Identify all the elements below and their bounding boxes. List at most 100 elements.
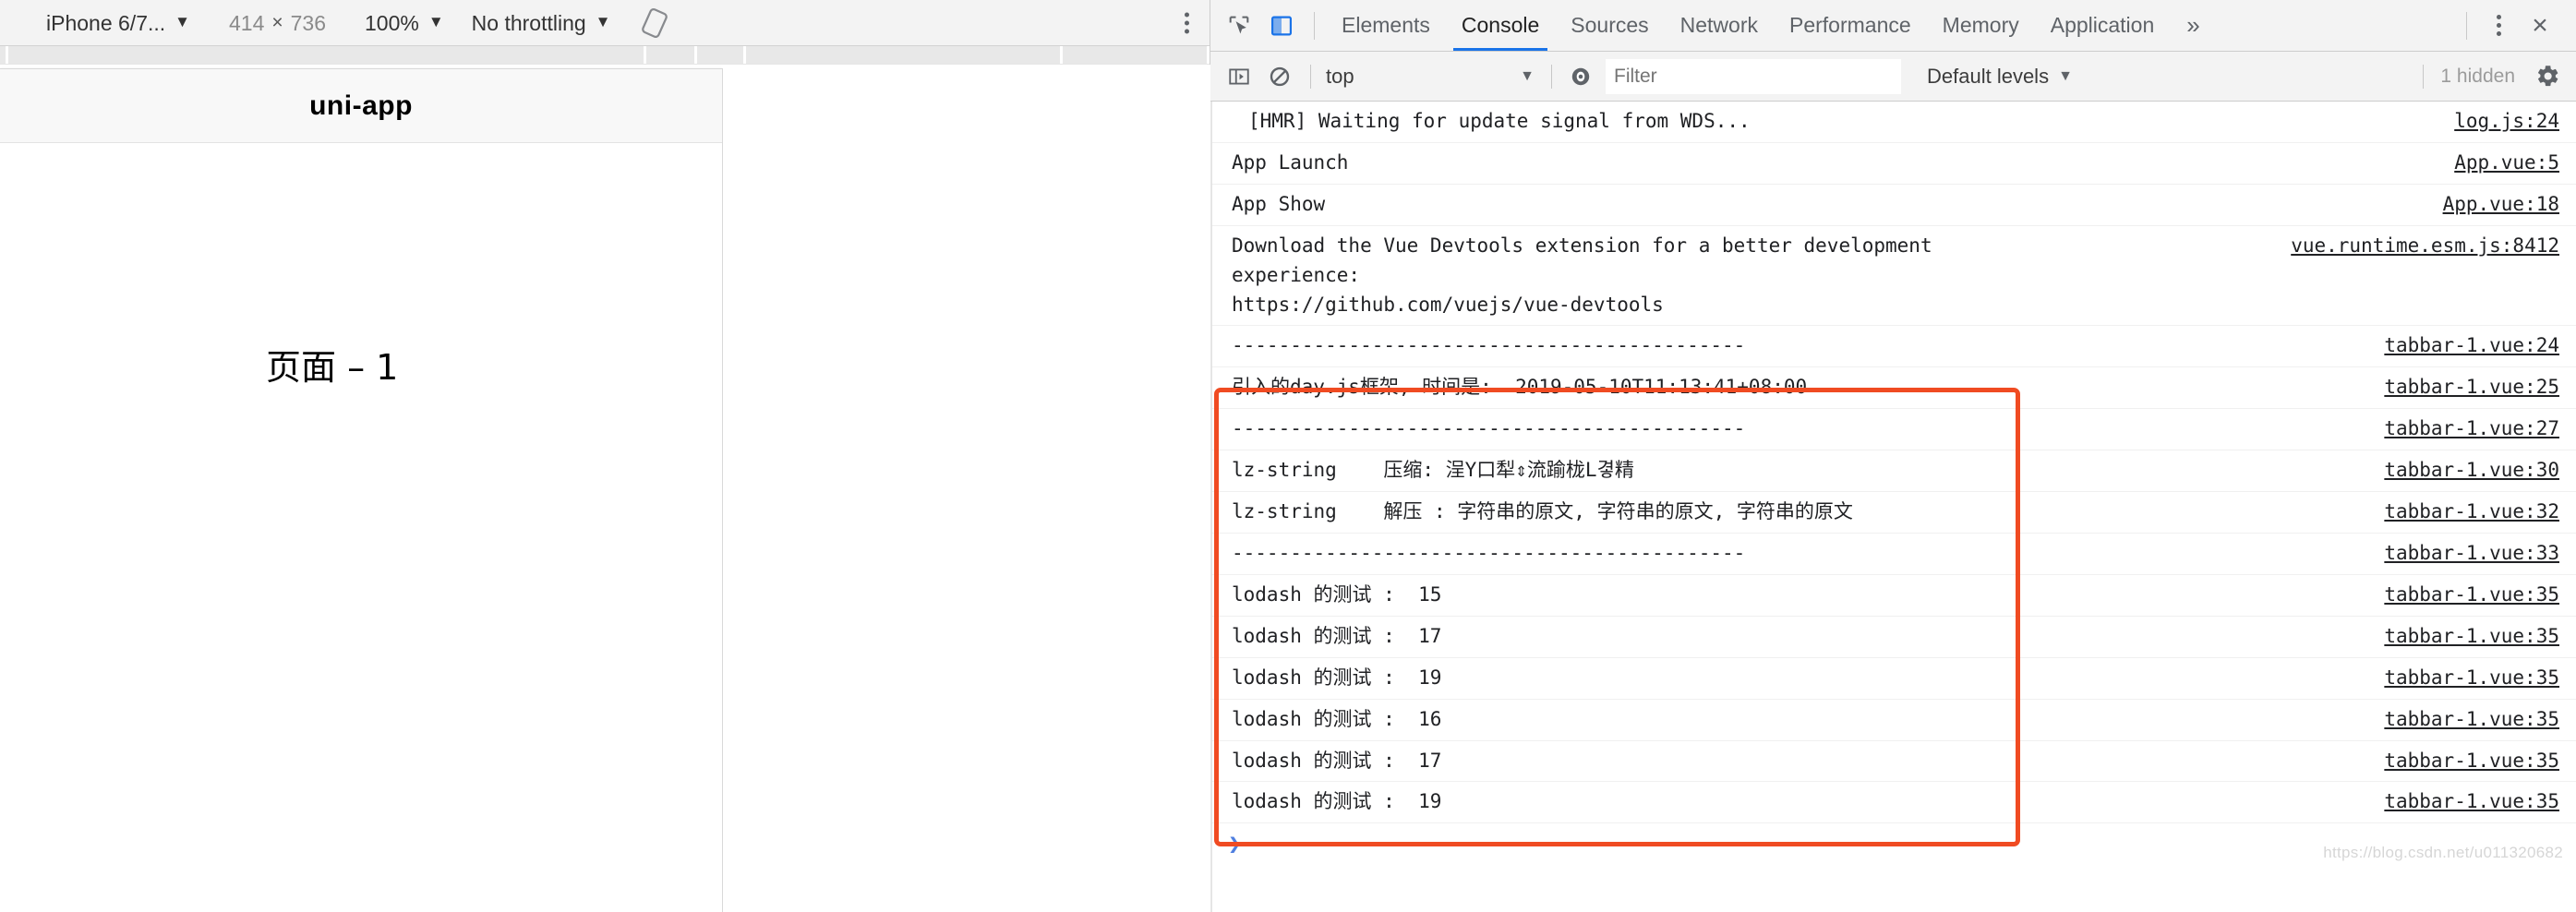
console-message-text: lz-string 解压 : 字符串的原文, 字符串的原文, 字符串的原文: [1232, 500, 1853, 523]
dot: [2496, 15, 2501, 19]
console-message-source-link[interactable]: tabbar-1.vue:35: [2384, 622, 2576, 652]
console-message-row: ----------------------------------------…: [1211, 409, 2576, 451]
console-toolbar: top ▼ Default levels ▼ 1 hidden: [1210, 52, 2576, 102]
device-ruler: [0, 46, 1210, 65]
devtools-menu-icon[interactable]: [2478, 15, 2519, 36]
app-title: uni-app: [309, 90, 413, 121]
tabbar-divider: [2466, 11, 2467, 40]
console-message-source-link[interactable]: tabbar-1.vue:33: [2384, 539, 2576, 569]
console-message-text: ----------------------------------------…: [1232, 541, 1746, 564]
execution-context-select[interactable]: top ▼: [1320, 65, 1542, 89]
console-message-text: App Show: [1232, 192, 1326, 215]
console-sidebar-icon[interactable]: [1220, 57, 1258, 96]
tab-elements[interactable]: Elements: [1326, 0, 1446, 51]
console-message-text: lodash 的测试 : 19: [1232, 666, 1442, 689]
tab-sources[interactable]: Sources: [1555, 0, 1664, 51]
device-select[interactable]: iPhone 6/7... ▼: [41, 4, 196, 42]
tab-memory[interactable]: Memory: [1927, 0, 2035, 51]
toggle-device-toolbar-icon[interactable]: [1260, 5, 1303, 47]
console-message-row: lodash 的测试 : 17 tabbar-1.vue:35: [1211, 741, 2576, 783]
console-message-source-link[interactable]: App.vue:18: [2443, 190, 2576, 220]
viewport-empty-gutter: [723, 65, 1210, 912]
settings-gear-icon[interactable]: [2528, 57, 2567, 96]
console-message-row: lodash 的测试 : 17 tabbar-1.vue:35: [1211, 617, 2576, 658]
emulated-page[interactable]: uni-app 页面 – 1: [0, 68, 723, 912]
hidden-messages-count: 1 hidden: [2440, 65, 2515, 87]
prompt-arrow-icon: ❯: [1228, 831, 1242, 858]
console-message-list[interactable]: [HMR] Waiting for update signal from WDS…: [1210, 102, 2576, 912]
tab-network[interactable]: Network: [1665, 0, 1774, 51]
console-message-row: lodash 的测试 : 19 tabbar-1.vue:35: [1211, 658, 2576, 700]
console-message-source-link[interactable]: tabbar-1.vue:35: [2384, 581, 2576, 610]
clear-console-icon[interactable]: [1260, 57, 1299, 96]
devtools-tab-list: Elements Console Sources Network Perform…: [1326, 0, 2217, 51]
toolbar-divider: [1551, 64, 1552, 89]
console-message-text: [HMR] Waiting for update signal from WDS…: [1248, 110, 1751, 132]
console-message-text: ----------------------------------------…: [1232, 334, 1746, 357]
console-message-source-link[interactable]: tabbar-1.vue:35: [2384, 747, 2576, 776]
more-tabs-icon[interactable]: »: [2170, 0, 2216, 51]
zoom-select[interactable]: 100% ▼: [359, 4, 450, 42]
console-message-row: 引入的day.js框架, 时间是: 2019-05-10T11:13:41+08…: [1211, 367, 2576, 410]
ruler-segment: [646, 46, 694, 64]
console-message-source-link[interactable]: tabbar-1.vue:24: [2384, 331, 2576, 361]
dot: [2496, 23, 2501, 28]
log-levels-select[interactable]: Default levels ▼: [1927, 65, 2073, 89]
device-toolbar-menu-icon[interactable]: [1185, 12, 1189, 33]
console-message-row: [HMR] Waiting for update signal from WDS…: [1211, 102, 2576, 143]
tab-application[interactable]: Application: [2035, 0, 2171, 51]
tab-console[interactable]: Console: [1446, 0, 1555, 51]
close-icon[interactable]: ×: [2519, 5, 2561, 47]
console-message-source-link[interactable]: App.vue:5: [2454, 149, 2576, 178]
console-message-source-link[interactable]: tabbar-1.vue:32: [2384, 498, 2576, 527]
ruler-segment: [0, 46, 6, 64]
devtools-tabbar: Elements Console Sources Network Perform…: [1210, 0, 2576, 52]
ruler-segment: [746, 46, 1060, 64]
live-expression-eye-icon[interactable]: [1561, 57, 1600, 96]
chevron-down-icon: ▼: [2058, 67, 2073, 84]
tab-performance[interactable]: Performance: [1774, 0, 1927, 51]
zoom-select-label: 100%: [365, 10, 419, 35]
console-message-text: lodash 的测试 : 19: [1232, 790, 1442, 813]
device-width-input[interactable]: 414: [223, 4, 270, 42]
device-viewport-area: uni-app 页面 – 1: [0, 65, 1210, 912]
console-message-text: App Launch: [1232, 150, 1349, 174]
console-message-source-link[interactable]: log.js:24: [2454, 107, 2576, 137]
inspect-element-icon[interactable]: [1218, 5, 1260, 47]
dot: [1185, 29, 1189, 33]
console-message-source-link[interactable]: tabbar-1.vue:35: [2384, 664, 2576, 693]
app-page-body: 页面 – 1: [0, 143, 722, 912]
page-label: 页面 – 1: [266, 347, 399, 388]
console-message-row: lodash 的测试 : 19 tabbar-1.vue:35: [1211, 782, 2576, 824]
device-height-input[interactable]: 736: [285, 4, 331, 42]
console-filter-input[interactable]: [1606, 58, 1901, 94]
tabbar-divider: [1314, 11, 1315, 40]
console-message-source-link[interactable]: tabbar-1.vue:35: [2384, 787, 2576, 817]
console-messages: [HMR] Waiting for update signal from WDS…: [1211, 102, 2576, 824]
ruler-segment: [8, 46, 644, 64]
console-message-source-link[interactable]: tabbar-1.vue:27: [2384, 414, 2576, 444]
console-message-text: lz-string 压缩: 浧Y口犁⇕流踰栊L곃精: [1232, 459, 1634, 482]
console-message-source-link[interactable]: tabbar-1.vue:35: [2384, 705, 2576, 735]
device-toolbar: iPhone 6/7... ▼ 414 × 736 100% ▼ No thro…: [0, 0, 1210, 46]
ruler-segment: [697, 46, 743, 64]
console-message-text: 引入的day.js框架, 时间是: 2019-05-10T11:13:41+08…: [1232, 376, 1808, 399]
console-toolbar-right: 1 hidden: [2423, 57, 2567, 96]
console-message-text: lodash 的测试 : 17: [1232, 624, 1442, 647]
rotate-device-icon[interactable]: [639, 7, 670, 39]
device-select-label: iPhone 6/7...: [46, 10, 166, 35]
dot: [2496, 31, 2501, 36]
toolbar-divider: [2423, 64, 2425, 89]
console-message-source-link[interactable]: vue.runtime.esm.js:8412: [2291, 232, 2576, 261]
throttling-select[interactable]: No throttling ▼: [466, 4, 617, 42]
dot: [1185, 20, 1189, 25]
console-message-row: lz-string 压缩: 浧Y口犁⇕流踰栊L곃精 tabbar-1.vue:30: [1211, 450, 2576, 493]
console-message-row: App Show App.vue:18: [1211, 185, 2576, 226]
chevron-down-icon: ▼: [595, 12, 611, 30]
console-message-text: lodash 的测试 : 16: [1232, 707, 1442, 730]
console-left-rail: [1211, 102, 1212, 912]
console-message-text: lodash 的测试 : 17: [1232, 749, 1442, 772]
chevron-down-icon: ▼: [175, 12, 190, 30]
console-message-source-link[interactable]: tabbar-1.vue:30: [2384, 456, 2576, 486]
console-message-source-link[interactable]: tabbar-1.vue:25: [2384, 373, 2576, 402]
